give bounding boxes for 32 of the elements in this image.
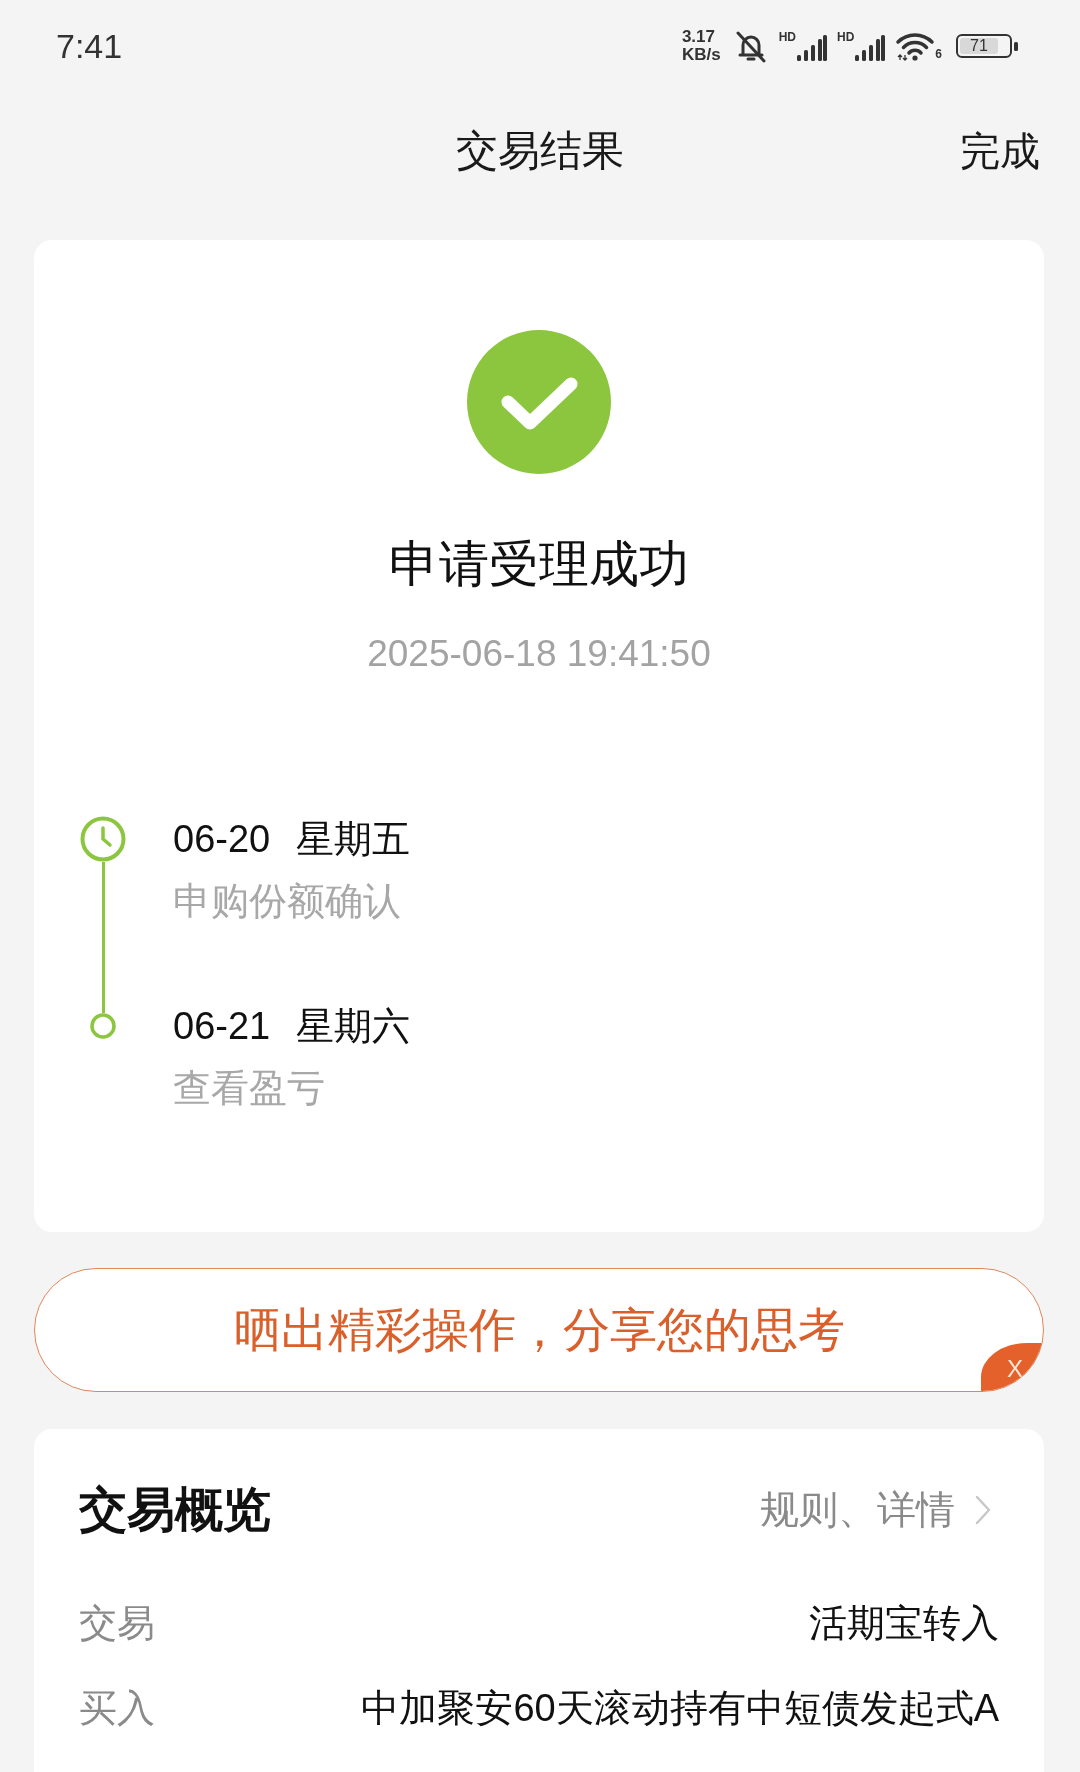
page-title: 交易结果 xyxy=(456,126,624,176)
success-check-icon xyxy=(467,330,611,474)
close-button[interactable]: X xyxy=(981,1343,1043,1391)
share-banner[interactable]: 晒出精彩操作，分享您的思考 X xyxy=(34,1268,1044,1392)
step-description: 申购份额确认 xyxy=(173,879,402,924)
section-title: 交易概览 xyxy=(79,1482,271,1538)
done-button[interactable]: 完成 xyxy=(960,123,1040,179)
signal-icon xyxy=(796,35,827,61)
status-time: 7:41 xyxy=(56,26,123,66)
step-description: 查看盈亏 xyxy=(173,1066,326,1111)
rules-details-link[interactable]: 规则、详情 xyxy=(760,1483,991,1537)
step-date: 06-21 xyxy=(173,1004,271,1049)
result-title: 申请受理成功 xyxy=(389,535,689,594)
chevron-right-icon xyxy=(975,1495,991,1525)
wifi-icon xyxy=(895,31,936,61)
field-value: 中加聚安60天滚动持有中短债发起式A xyxy=(361,1686,999,1731)
timeline-dot-icon xyxy=(90,1013,116,1039)
signal-icon xyxy=(855,35,886,61)
signal-label: HD xyxy=(778,31,796,44)
step-date: 06-20 xyxy=(173,817,271,862)
field-value: 活期宝转入 xyxy=(809,1601,999,1646)
battery-percent: 71 xyxy=(960,38,998,54)
network-speed: 3.17 xyxy=(681,28,715,46)
clock-icon xyxy=(80,816,126,862)
signal-label: HD xyxy=(836,31,855,44)
wifi-standard-label: 6 xyxy=(935,48,942,61)
step-weekday: 星期五 xyxy=(296,817,411,862)
field-label: 买入 xyxy=(79,1686,155,1731)
step-weekday: 星期六 xyxy=(296,1004,411,1049)
result-datetime: 2025-06-18 19:41:50 xyxy=(367,632,711,676)
network-speed: KB/s xyxy=(681,46,721,64)
field-label: 交易 xyxy=(79,1601,155,1646)
